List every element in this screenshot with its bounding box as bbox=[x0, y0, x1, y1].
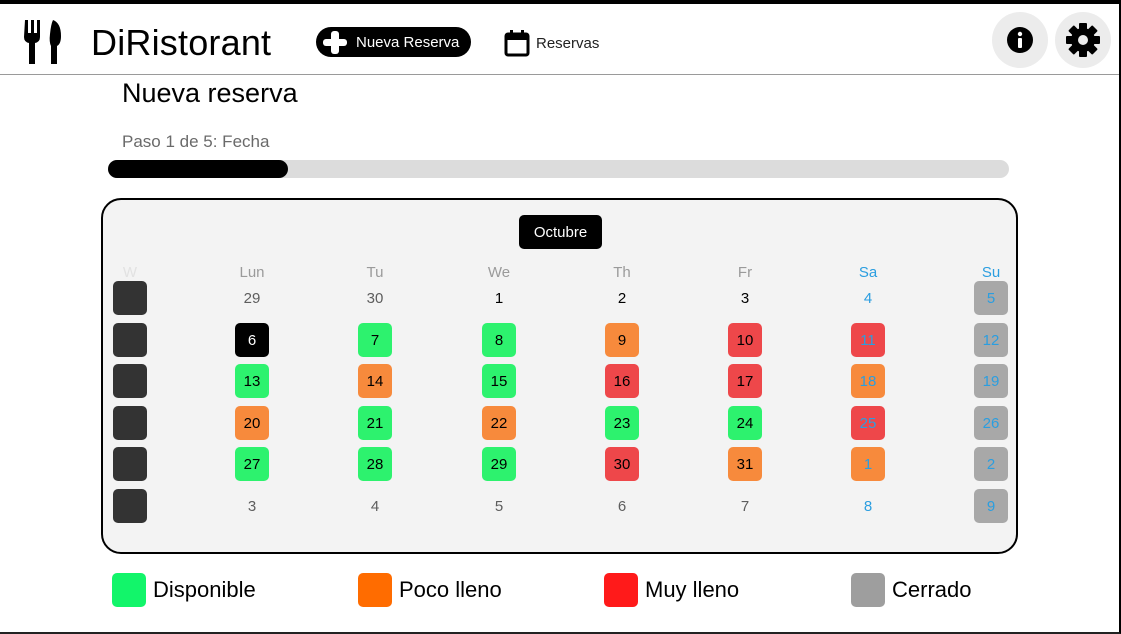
weekday-header: Sa bbox=[858, 264, 878, 281]
calendar-day[interactable]: 29 bbox=[235, 281, 269, 315]
week-select-button[interactable] bbox=[113, 323, 147, 357]
calendar-day[interactable]: 21 bbox=[358, 406, 392, 440]
info-button[interactable] bbox=[992, 12, 1048, 68]
calendar-day[interactable]: 4 bbox=[358, 489, 392, 523]
week-select-button[interactable] bbox=[113, 406, 147, 440]
legend-label: Cerrado bbox=[892, 577, 972, 602]
calendar-day[interactable]: 2 bbox=[605, 281, 639, 315]
legend-label: Muy lleno bbox=[645, 577, 740, 602]
legend-swatch bbox=[358, 573, 392, 607]
calendar-icon bbox=[504, 30, 530, 57]
week-select-button[interactable] bbox=[113, 489, 147, 523]
week-select-button[interactable] bbox=[113, 364, 147, 398]
weekday-header: Lun bbox=[239, 264, 265, 281]
legend-item: Disponible bbox=[112, 573, 256, 607]
calendar-day[interactable]: 24 bbox=[728, 406, 762, 440]
info-icon bbox=[1007, 27, 1033, 53]
legend-item: Muy lleno bbox=[604, 573, 739, 607]
plus-icon bbox=[320, 30, 350, 54]
app-title: DiRistorant bbox=[91, 22, 272, 63]
calendar-day[interactable]: 10 bbox=[728, 323, 762, 357]
week-select-button[interactable] bbox=[113, 447, 147, 481]
weekday-header: Su bbox=[981, 264, 1001, 281]
calendar-day[interactable]: 23 bbox=[605, 406, 639, 440]
top-header: DiRistorant Nueva Reserva Reservas bbox=[0, 4, 1119, 75]
calendar-day[interactable]: 28 bbox=[358, 447, 392, 481]
step-progress-fill bbox=[108, 160, 289, 178]
month-selector-button[interactable]: Octubre bbox=[519, 215, 602, 249]
calendar-day[interactable]: 25 bbox=[851, 406, 885, 440]
calendar-day[interactable]: 7 bbox=[728, 489, 762, 523]
calendar-day[interactable]: 4 bbox=[851, 281, 885, 315]
calendar-day[interactable]: 17 bbox=[728, 364, 762, 398]
calendar-day[interactable]: 20 bbox=[235, 406, 269, 440]
calendar-day[interactable]: 15 bbox=[482, 364, 516, 398]
legend-label: Poco lleno bbox=[399, 577, 502, 602]
weekday-header: Fr bbox=[737, 264, 753, 281]
legend-label: Disponible bbox=[153, 577, 256, 602]
calendar-day[interactable]: 14 bbox=[358, 364, 392, 398]
gear-icon bbox=[1066, 23, 1100, 57]
calendar-day[interactable]: 11 bbox=[851, 323, 885, 357]
calendar-day[interactable]: 9 bbox=[974, 489, 1008, 523]
settings-button[interactable] bbox=[1055, 12, 1111, 68]
step-label: Paso 1 de 5: Fecha bbox=[122, 132, 270, 151]
calendar-day[interactable]: 1 bbox=[851, 447, 885, 481]
calendar-day[interactable]: 1 bbox=[482, 281, 516, 315]
reservations-nav-link[interactable]: Reservas bbox=[504, 29, 599, 57]
calendar-day[interactable]: 22 bbox=[482, 406, 516, 440]
calendar-day[interactable]: 8 bbox=[851, 489, 885, 523]
calendar-day[interactable]: 7 bbox=[358, 323, 392, 357]
new-reservation-label: Nueva Reserva bbox=[356, 33, 460, 51]
weekday-header: Th bbox=[613, 264, 631, 281]
page-title: Nueva reserva bbox=[122, 78, 298, 108]
calendar-day[interactable]: 27 bbox=[235, 447, 269, 481]
calendar-day[interactable]: 3 bbox=[728, 281, 762, 315]
legend-swatch bbox=[604, 573, 638, 607]
calendar-day[interactable]: 29 bbox=[482, 447, 516, 481]
calendar-day[interactable]: 19 bbox=[974, 364, 1008, 398]
week-select-button[interactable] bbox=[113, 281, 147, 315]
calendar-day[interactable]: 5 bbox=[974, 281, 1008, 315]
calendar-day[interactable]: 18 bbox=[851, 364, 885, 398]
calendar-day[interactable]: 3 bbox=[235, 489, 269, 523]
calendar-day[interactable]: 31 bbox=[728, 447, 762, 481]
reservations-label: Reservas bbox=[536, 34, 600, 52]
step-progress-bar bbox=[108, 160, 1009, 178]
new-reservation-button[interactable]: Nueva Reserva bbox=[316, 27, 471, 57]
calendar-day[interactable]: 26 bbox=[974, 406, 1008, 440]
legend-item: Cerrado bbox=[851, 573, 971, 607]
week-column-header: W bbox=[122, 264, 138, 281]
calendar-day[interactable]: 30 bbox=[358, 281, 392, 315]
calendar-day[interactable]: 9 bbox=[605, 323, 639, 357]
calendar-day[interactable]: 12 bbox=[974, 323, 1008, 357]
calendar-day[interactable]: 6 bbox=[605, 489, 639, 523]
calendar-day[interactable]: 13 bbox=[235, 364, 269, 398]
weekday-header: We bbox=[487, 264, 511, 281]
calendar: Octubre W Lun Tu We Th Fr Sa Su 29 30 1 2 3 4 5 6 7 8 9 10… bbox=[101, 198, 1018, 554]
legend-swatch bbox=[112, 573, 146, 607]
calendar-day[interactable]: 16 bbox=[605, 364, 639, 398]
utensils-icon bbox=[24, 20, 61, 64]
legend-item: Poco lleno bbox=[358, 573, 502, 607]
calendar-day[interactable]: 2 bbox=[974, 447, 1008, 481]
calendar-day[interactable]: 30 bbox=[605, 447, 639, 481]
calendar-day[interactable]: 5 bbox=[482, 489, 516, 523]
legend-swatch bbox=[851, 573, 885, 607]
calendar-day[interactable]: 8 bbox=[482, 323, 516, 357]
calendar-day-selected[interactable]: 6 bbox=[235, 323, 269, 357]
weekday-header: Tu bbox=[366, 264, 384, 281]
